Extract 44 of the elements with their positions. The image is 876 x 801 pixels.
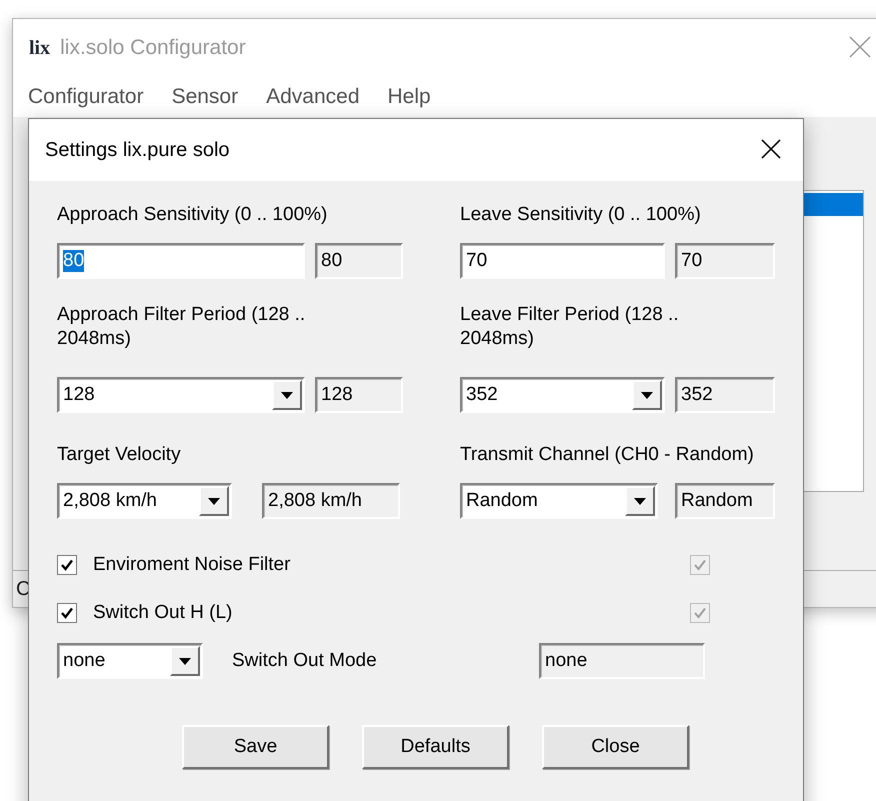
dropdown[interactable]: none (57, 643, 203, 679)
caret-icon (179, 658, 191, 664)
checkbox[interactable] (57, 555, 77, 575)
field-label: Target Velocity (57, 443, 182, 467)
input-field[interactable]: 80 (57, 243, 305, 279)
checkbox[interactable] (57, 603, 77, 623)
caret-icon (208, 498, 220, 504)
field-label: Leave Sensitivity (0 .. 100%) (460, 203, 702, 227)
check-icon (60, 558, 74, 572)
field-label: Approach Sensitivity (0 .. 100%) (57, 203, 328, 227)
caret-icon (641, 392, 653, 398)
dialog-button[interactable]: Save (182, 725, 329, 769)
checkbox-label[interactable]: Switch Out H (L) (93, 602, 232, 624)
caret-icon (634, 498, 646, 504)
close-icon[interactable] (761, 139, 781, 159)
window-title: lix.solo Configurator (60, 36, 246, 60)
app-logo: lix (29, 36, 50, 60)
check-icon (60, 606, 74, 620)
readout-field: 352 (675, 377, 775, 413)
caret-icon (281, 392, 293, 398)
dropdown[interactable]: Random (460, 483, 658, 519)
dialog-button[interactable]: Defaults (362, 725, 509, 769)
readout-field: 70 (675, 243, 775, 279)
dialog-title: Settings lix.pure solo (45, 138, 230, 162)
readout-field: 80 (315, 243, 403, 279)
field-label: Approach Filter Period (128 .. 2048ms) (57, 303, 306, 351)
menu-item[interactable]: Configurator (28, 85, 144, 109)
readout-field: none (539, 643, 705, 679)
dropdown[interactable]: 128 (57, 377, 305, 413)
menu-item[interactable]: Advanced (266, 85, 360, 109)
readout-field: Random (675, 483, 775, 519)
field-label: Switch Out Mode (232, 650, 377, 672)
dropdown[interactable]: 2,808 km/h (57, 483, 232, 519)
field-label: Transmit Channel (CH0 - Random) (460, 443, 755, 467)
checkbox-label[interactable]: Enviroment Noise Filter (93, 554, 290, 576)
readout-field: 2,808 km/h (262, 483, 400, 519)
dialog-button[interactable]: Close (542, 725, 689, 769)
menu-item[interactable]: Help (388, 85, 431, 109)
list-row[interactable] (801, 193, 863, 216)
readout-field: 128 (315, 377, 403, 413)
menu-item[interactable]: Sensor (172, 85, 238, 109)
input-field[interactable]: 70 (460, 243, 665, 279)
field-label: Leave Filter Period (128 .. 2048ms) (460, 303, 680, 351)
dropdown[interactable]: 352 (460, 377, 665, 413)
